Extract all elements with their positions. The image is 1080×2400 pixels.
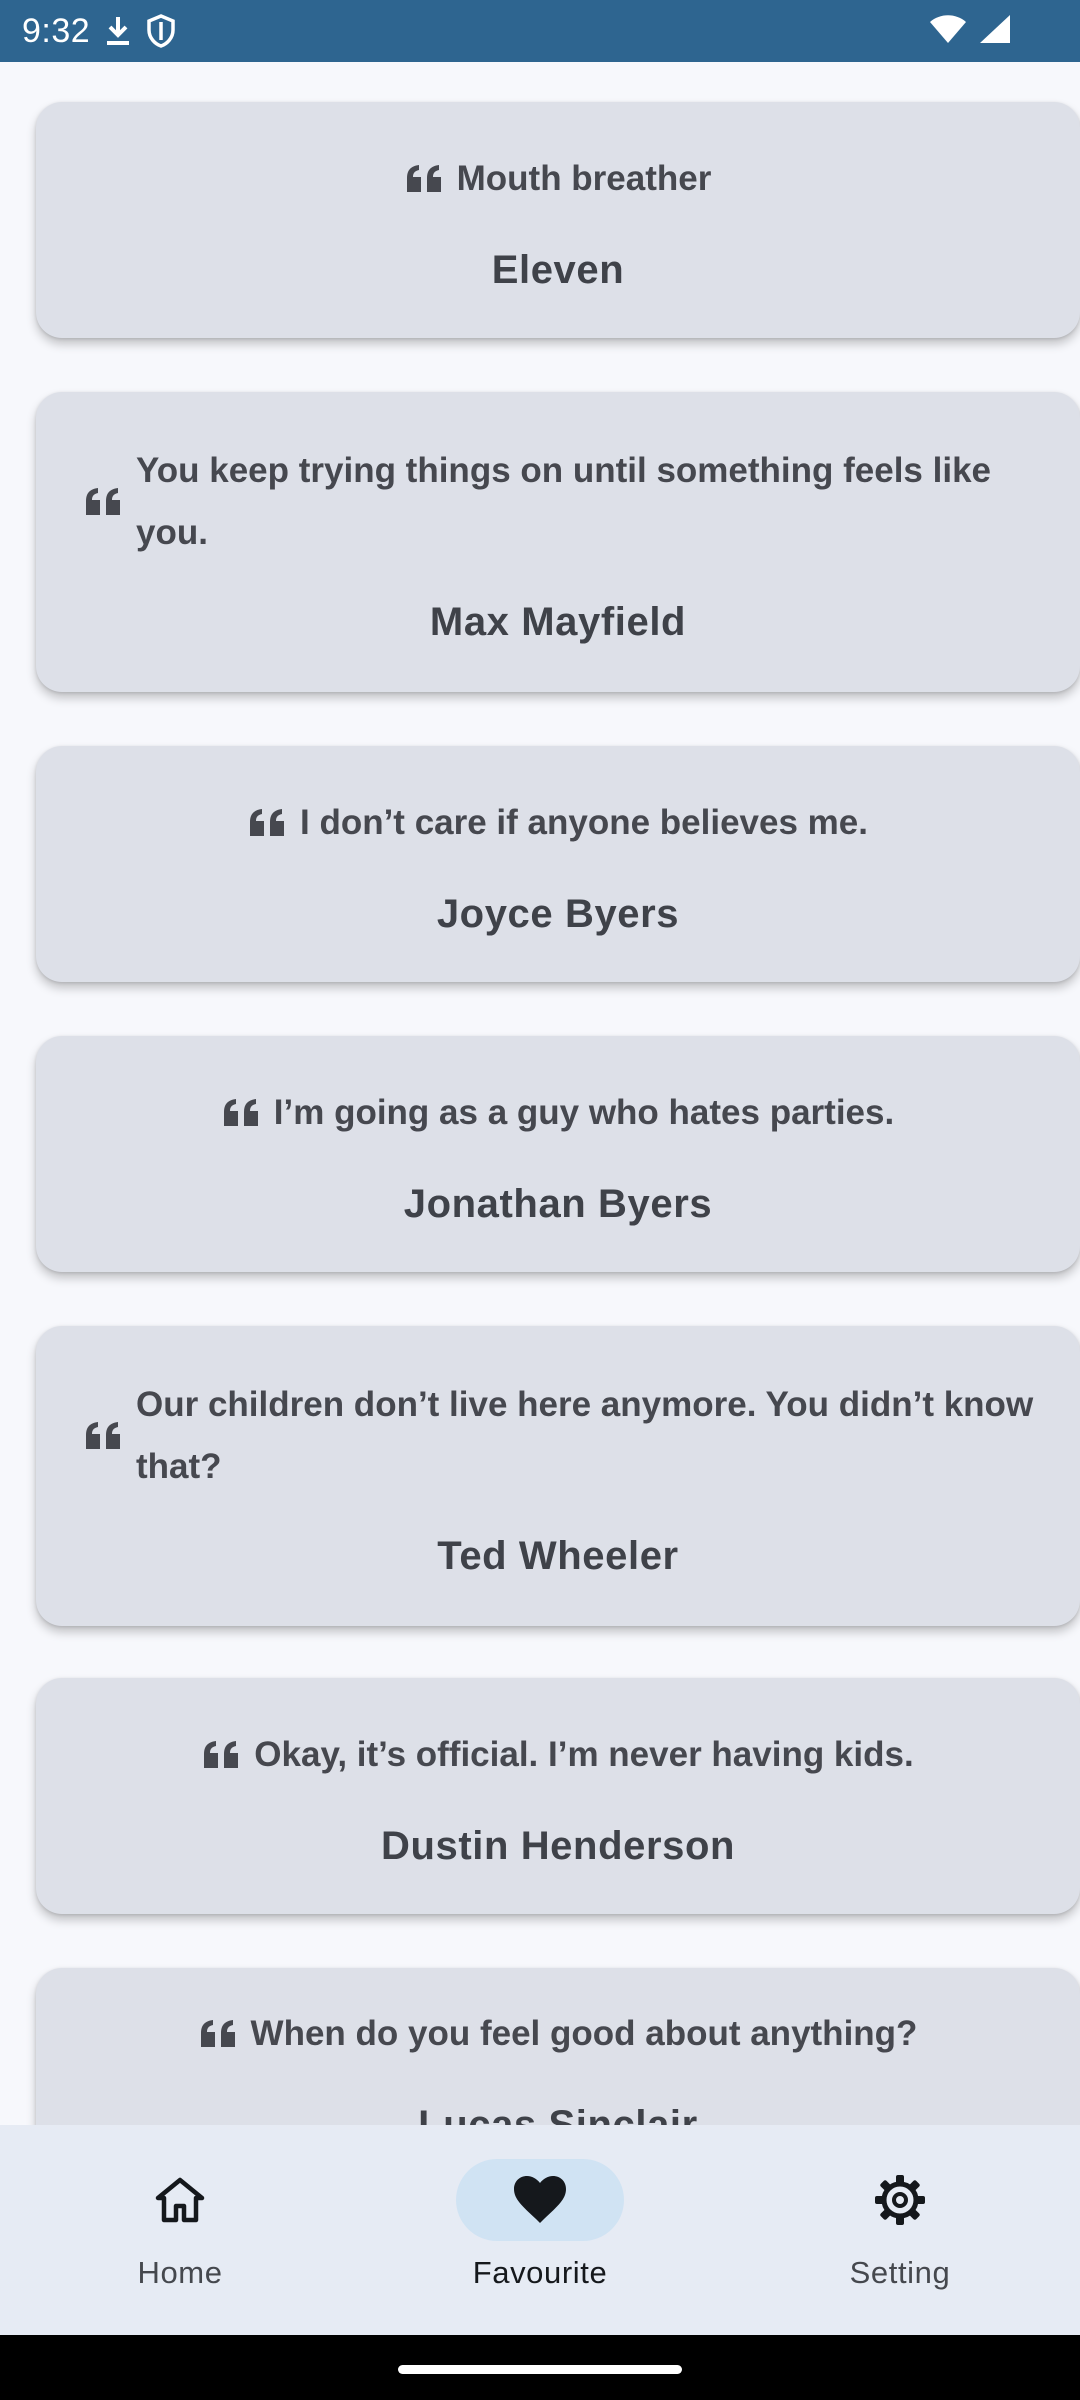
nav-pill-home	[96, 2159, 264, 2241]
quote-card[interactable]: Our children don’t live here anymore. Yo…	[36, 1326, 1080, 1626]
quote-author: Dustin Henderson	[380, 1823, 736, 1868]
wifi-icon	[928, 13, 968, 50]
heart-icon	[514, 2176, 566, 2223]
quote-line: You keep trying things on until somethin…	[36, 440, 1080, 564]
quote-card[interactable]: I don’t care if anyone believes me. Joyc…	[36, 746, 1080, 982]
system-gesture-bar	[0, 2335, 1080, 2400]
quote-author: Lucas Sinclair	[418, 2103, 698, 2125]
quote-text: You keep trying things on until somethin…	[136, 450, 992, 552]
quote-line: Mouth breather	[405, 148, 712, 210]
nav-label-home: Home	[137, 2255, 223, 2290]
quote-text: I don’t care if anyone believes me.	[300, 802, 868, 842]
nav-label-setting: Setting	[849, 2255, 951, 2290]
quote-author: Joyce Byers	[436, 891, 680, 936]
home-icon	[155, 2177, 205, 2223]
quote-icon	[250, 808, 284, 836]
quote-line: I’m going as a guy who hates parties.	[222, 1082, 894, 1144]
signal-icon	[978, 13, 1012, 50]
quote-list[interactable]: Mouth breather Eleven You keep trying th…	[0, 62, 1080, 2125]
quote-line: I don’t care if anyone believes me.	[248, 792, 868, 854]
quote-line: Okay, it’s official. I’m never having ki…	[202, 1724, 914, 1786]
quote-text: Mouth breather	[456, 158, 712, 198]
nav-label-favourite: Favourite	[472, 2255, 608, 2290]
bottom-navigation: Home Favourite Setting	[0, 2125, 1080, 2335]
quote-text: When do you feel good about anything?	[250, 2014, 918, 2053]
quote-icon	[406, 164, 441, 192]
status-time: 9:32	[22, 11, 91, 50]
nav-pill-favourite	[456, 2159, 624, 2241]
quote-text: Our children don’t live here anymore. Yo…	[136, 1384, 1034, 1486]
quote-author: Jonathan Byers	[403, 1181, 713, 1226]
quote-icon	[86, 487, 120, 515]
quote-line: Our children don’t live here anymore. Yo…	[36, 1374, 1080, 1498]
quote-card[interactable]: You keep trying things on until somethin…	[36, 392, 1080, 692]
quote-icon	[204, 1740, 239, 1768]
quote-author: Max Mayfield	[429, 599, 687, 644]
quote-card[interactable]: I’m going as a guy who hates parties. Jo…	[36, 1036, 1080, 1272]
quote-author: Ted Wheeler	[437, 1533, 679, 1578]
status-bar: 9:32	[0, 0, 1080, 62]
quote-icon	[223, 1098, 258, 1126]
quote-icon	[200, 2020, 235, 2047]
quote-card[interactable]: Mouth breather Eleven	[36, 102, 1080, 338]
nav-pill-setting	[816, 2159, 984, 2241]
quote-text: Okay, it’s official. I’m never having ki…	[254, 1734, 914, 1774]
quote-line: When do you feel good about anything?	[199, 2003, 918, 2065]
nav-item-favourite[interactable]: Favourite	[360, 2125, 720, 2335]
gear-icon	[875, 2175, 925, 2225]
quote-icon	[86, 1421, 120, 1449]
shield-icon	[146, 14, 176, 48]
quote-card[interactable]: When do you feel good about anything? Lu…	[36, 1968, 1080, 2125]
quote-card[interactable]: Okay, it’s official. I’m never having ki…	[36, 1678, 1080, 1914]
nav-item-home[interactable]: Home	[0, 2125, 360, 2335]
nav-item-setting[interactable]: Setting	[720, 2125, 1080, 2335]
gesture-handle[interactable]	[398, 2365, 682, 2374]
quote-text: I’m going as a guy who hates parties.	[273, 1092, 895, 1132]
quote-author: Eleven	[491, 247, 625, 292]
download-icon	[104, 14, 132, 48]
